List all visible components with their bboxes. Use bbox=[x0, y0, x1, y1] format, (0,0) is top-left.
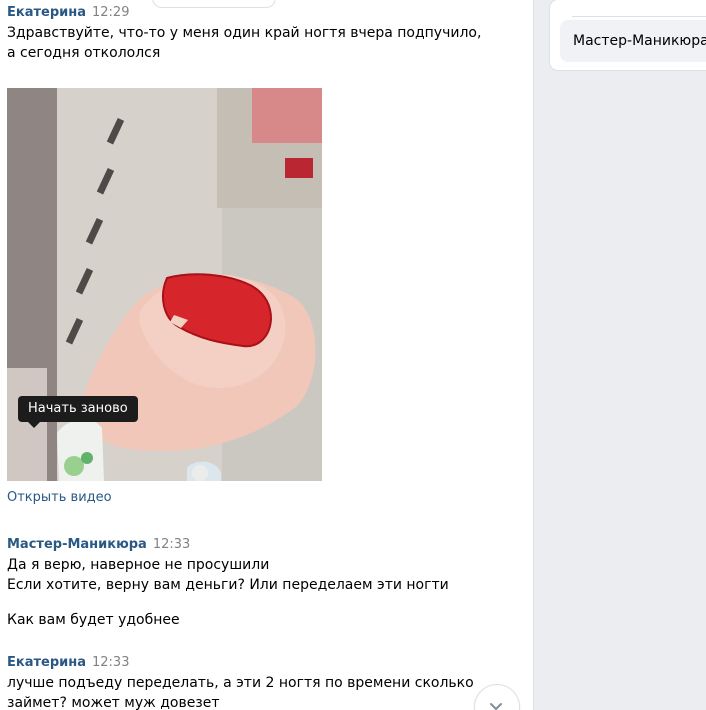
message-text: лучше подъеду переделать, а эти 2 ногтя … bbox=[7, 675, 474, 691]
video-frame bbox=[7, 88, 322, 481]
scroll-down-button[interactable] bbox=[474, 684, 520, 710]
restart-tooltip: Начать заново bbox=[18, 396, 138, 428]
message-block-2: Мастер-Маникюра 12:33 Да я верю, наверное… bbox=[7, 534, 449, 630]
message-text: займет? может муж довезет bbox=[7, 695, 220, 710]
message-text: а сегодня откололся bbox=[7, 45, 161, 61]
sender-name[interactable]: Мастер-Маникюра bbox=[7, 537, 147, 552]
message-text: Как вам будет удобнее bbox=[7, 612, 180, 628]
message-block-3: Екатерина 12:33 лучше подъеду переделать,… bbox=[7, 652, 474, 710]
chat-pane: Екатерина 12:29 Здравствуйте, что-то у ме… bbox=[0, 0, 533, 710]
message-block-1: Екатерина 12:29 Здравствуйте, что-то у ме… bbox=[7, 2, 481, 63]
message-time: 12:33 bbox=[152, 537, 191, 552]
sender-name[interactable]: Екатерина bbox=[7, 5, 86, 20]
right-panel bbox=[533, 0, 706, 710]
message-time: 12:29 bbox=[92, 5, 130, 20]
open-video-link[interactable]: Открыть видео bbox=[7, 490, 112, 505]
message-text: Да я верю, наверное не просушили bbox=[7, 557, 270, 573]
sender-name[interactable]: Екатерина bbox=[7, 655, 86, 670]
video-thumbnail[interactable] bbox=[7, 88, 322, 481]
chat-chip-label: Мастер-Маникюра bbox=[573, 33, 706, 49]
message-text: Если хотите, верну вам деньги? Или перед… bbox=[7, 577, 449, 593]
chevron-down-icon bbox=[490, 703, 502, 710]
message-text: Здравствуйте, что-то у меня один край но… bbox=[7, 25, 482, 41]
message-time: 12:33 bbox=[92, 655, 130, 670]
divider bbox=[572, 16, 706, 17]
